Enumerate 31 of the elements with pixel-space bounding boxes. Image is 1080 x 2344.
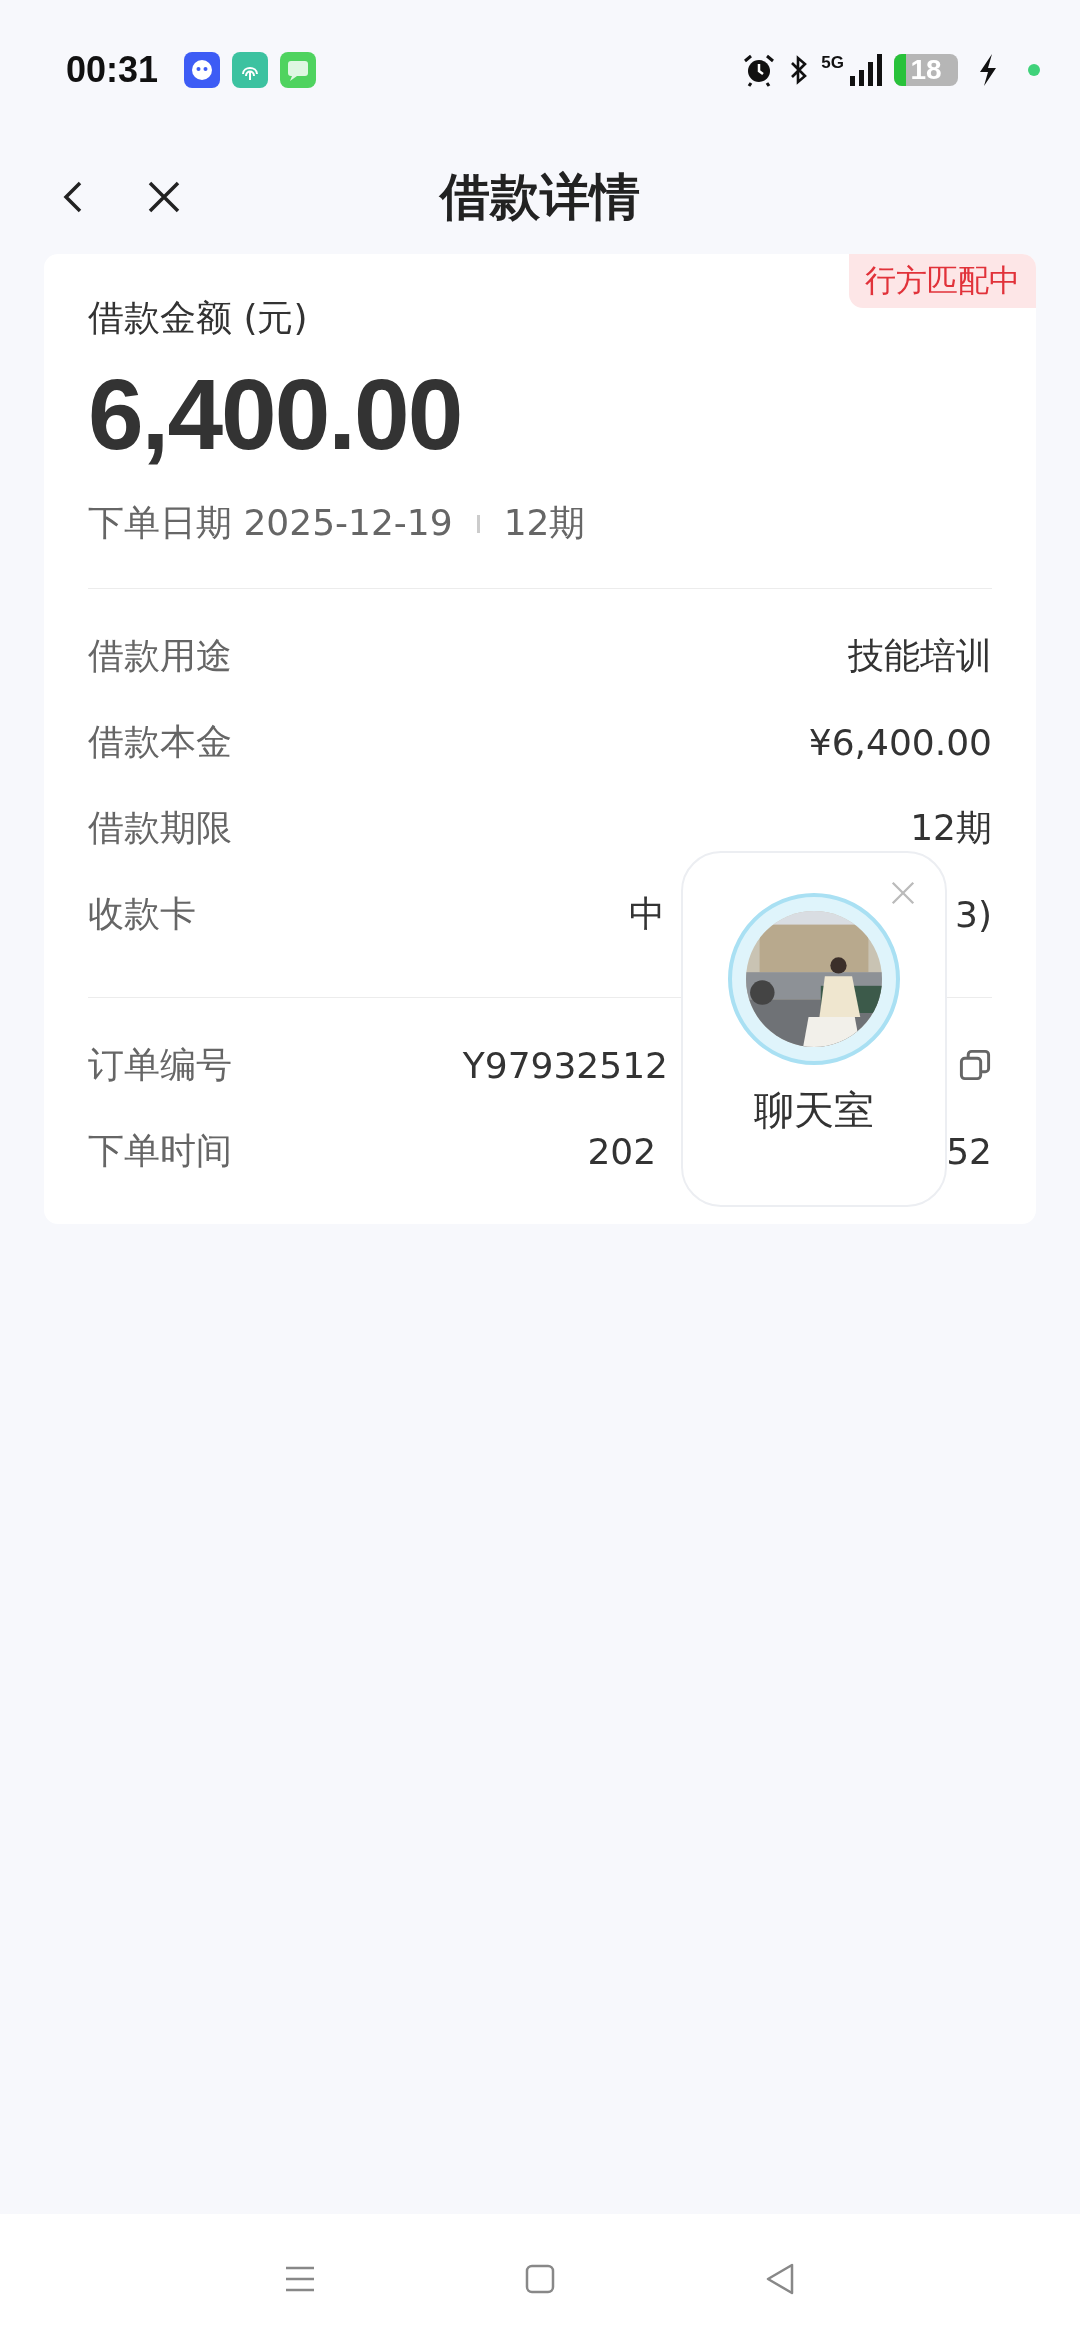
network-type: 5G: [821, 53, 844, 73]
loan-amount: 6,400.00: [88, 359, 463, 469]
fingerprint-app-icon: [232, 52, 269, 88]
row-value: 技能培训: [848, 633, 992, 678]
row-value: Y97932512: [462, 1044, 668, 1086]
order-date: 下单日期 2025-12-19: [88, 501, 453, 545]
row-label: 借款本金: [88, 719, 232, 764]
status-time: 00:31: [66, 49, 159, 91]
chat-app-icon: [184, 52, 221, 88]
message-app-icon: [280, 52, 317, 88]
row-value: 中: [629, 891, 666, 936]
row-label: 借款期限: [88, 805, 232, 850]
row-value: 202: [587, 1130, 657, 1172]
copy-icon[interactable]: [958, 1048, 992, 1082]
page-title: 借款详情: [440, 166, 640, 228]
loan-term: 12期: [503, 501, 586, 545]
row-value: ¥6,400.00: [808, 721, 992, 763]
status-badge: 行方匹配中: [849, 254, 1036, 308]
row-label: 下单时间: [88, 1128, 232, 1173]
signal-icon: [848, 52, 882, 88]
row-value: 12期: [910, 805, 992, 850]
row-value: 3): [955, 893, 992, 935]
status-dot: [1028, 64, 1040, 76]
chat-popup[interactable]: 聊天室: [681, 851, 947, 1207]
row-label: 订单编号: [88, 1042, 232, 1087]
battery-icon: 18: [894, 54, 958, 86]
row-value: 52: [946, 1130, 992, 1172]
amount-label: 借款金额 (元): [88, 296, 309, 340]
chat-room-label: 聊天室: [754, 1086, 874, 1135]
row-label: 借款用途: [88, 633, 232, 678]
row-label: 收款卡: [88, 891, 196, 936]
